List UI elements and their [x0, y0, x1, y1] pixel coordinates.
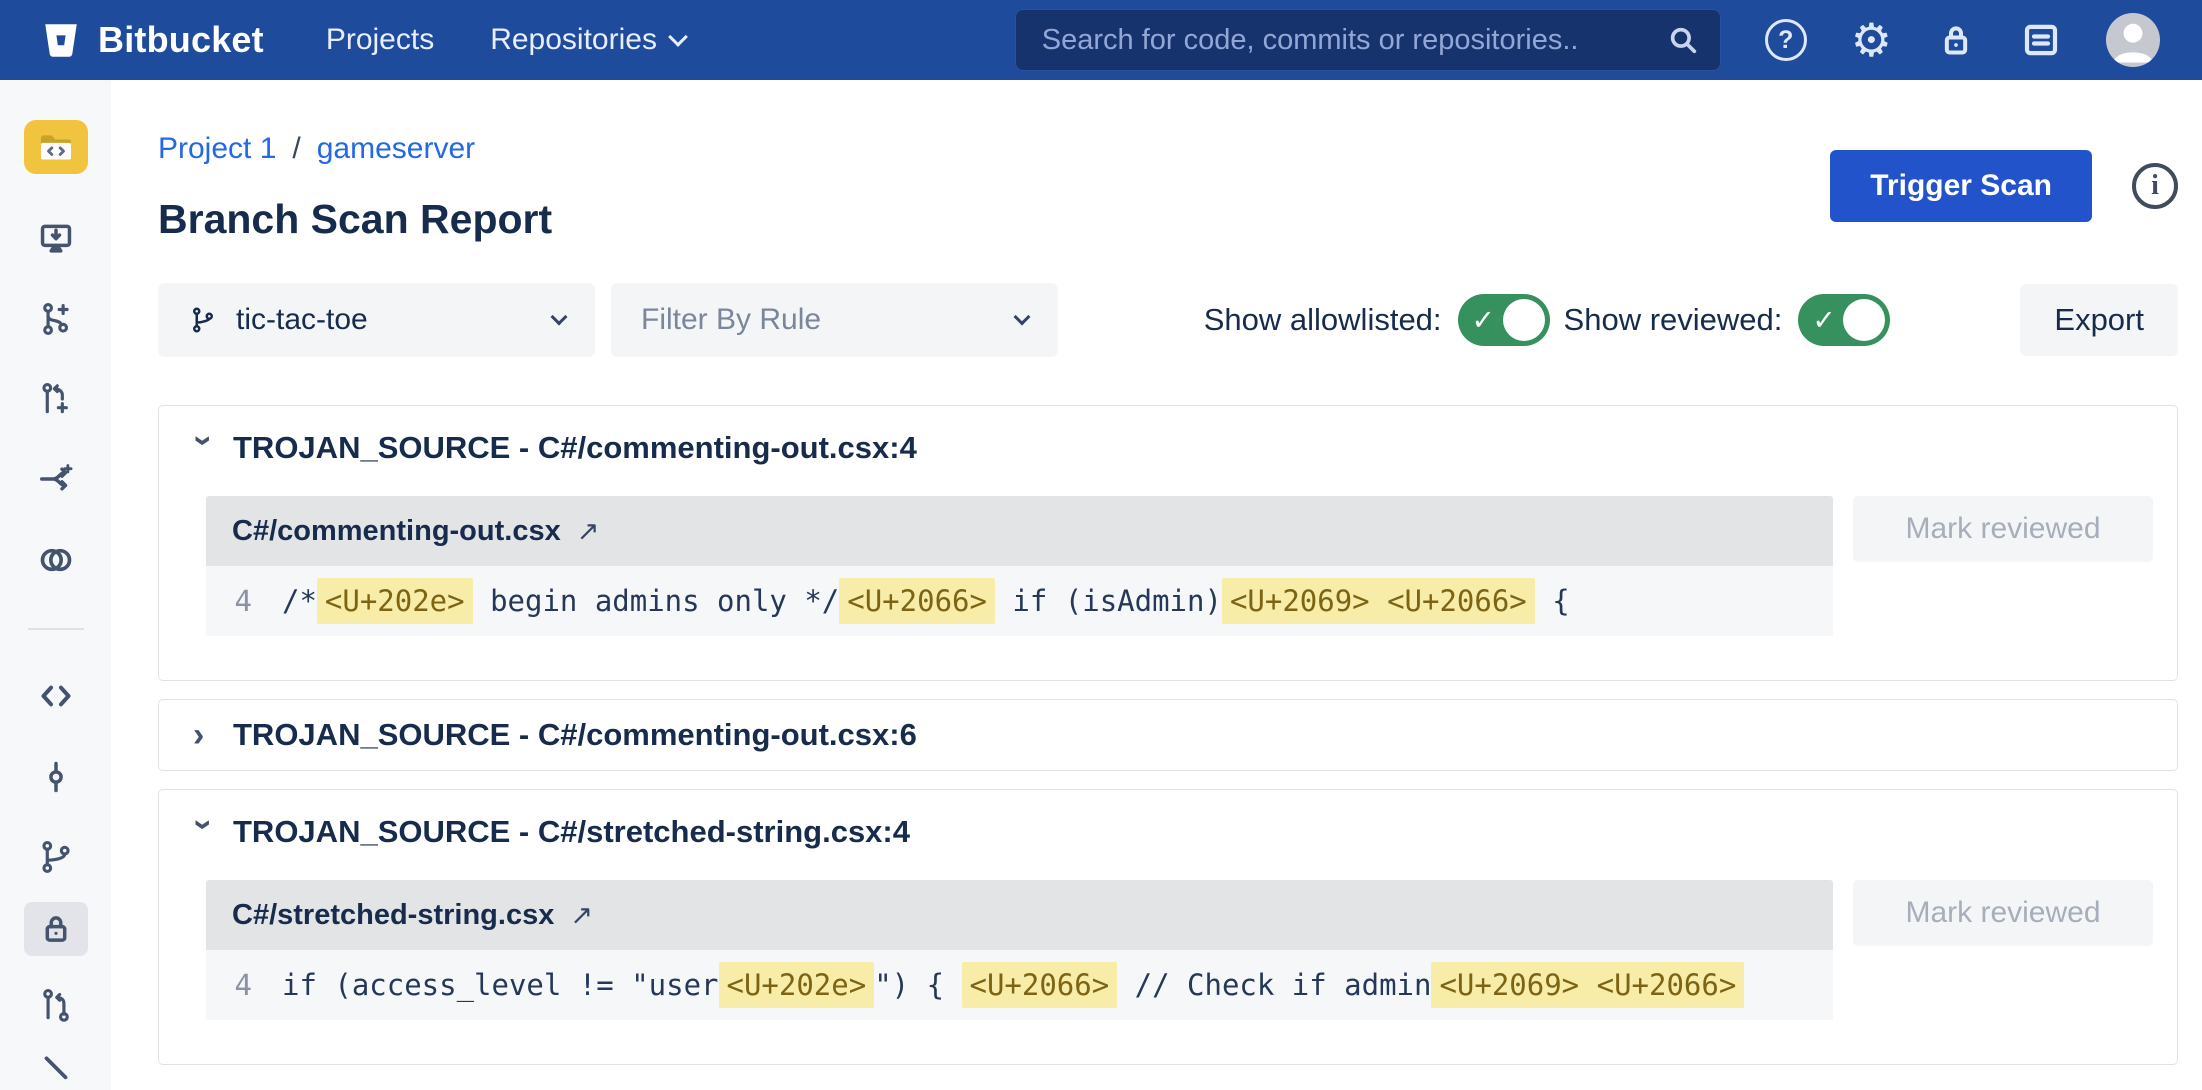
code-content: /*<U+202e> begin admins only */<U+2066> … [282, 584, 1570, 618]
bitbucket-logo-icon [40, 19, 82, 61]
clone-icon[interactable] [36, 220, 76, 258]
export-button[interactable]: Export [2020, 284, 2178, 356]
main-content: Project 1 / gameserver Branch Scan Repor… [111, 80, 2202, 1090]
page-actions: Trigger Scan i [1830, 150, 2178, 222]
show-allowlisted-toggle[interactable]: ✓ [1458, 294, 1550, 346]
file-bar: C#/stretched-string.csx ↗ [206, 880, 1833, 950]
finding-header[interactable]: › TROJAN_SOURCE - C#/commenting-out.csx:… [183, 430, 2153, 466]
finding-card: › TROJAN_SOURCE - C#/stretched-string.cs… [158, 789, 2178, 1065]
create-pull-request-icon[interactable] [36, 380, 76, 418]
source-code-icon[interactable] [36, 676, 76, 716]
branch-icon [188, 305, 218, 335]
open-file-icon[interactable]: ↗ [570, 900, 593, 931]
feedback-icon[interactable] [2020, 19, 2062, 61]
info-icon[interactable]: i [2132, 163, 2178, 209]
global-search[interactable] [1015, 9, 1721, 71]
unicode-highlight: <U+2066> [839, 578, 995, 624]
breadcrumb-separator: / [292, 132, 300, 166]
show-allowlisted-label: Show allowlisted: [1204, 302, 1442, 338]
breadcrumb-repo-link[interactable]: gameserver [317, 132, 475, 166]
line-number: 4 [206, 584, 252, 618]
trigger-scan-button[interactable]: Trigger Scan [1830, 150, 2092, 222]
bitbucket-brand[interactable]: Bitbucket [40, 19, 264, 61]
rule-filter-select[interactable]: Filter By Rule [611, 283, 1058, 357]
code-panel: C#/stretched-string.csx ↗ 4 if (access_l… [206, 880, 1833, 1020]
create-branch-icon[interactable] [36, 300, 76, 338]
more-icon[interactable] [36, 1052, 76, 1090]
help-icon[interactable]: ? [1765, 19, 1807, 61]
primary-nav: Projects Repositories [326, 23, 685, 57]
code-line: 4 if (access_level != "user<U+202e>") { … [206, 950, 1833, 1020]
search-input[interactable] [1042, 24, 1666, 57]
top-navigation: Bitbucket Projects Repositories ? ⚙ [0, 0, 2202, 80]
gear-icon[interactable]: ⚙ [1851, 17, 1892, 63]
page-header: Project 1 / gameserver Branch Scan Repor… [158, 132, 552, 243]
file-name: C#/stretched-string.csx [232, 899, 554, 932]
fork-compare-icon[interactable] [36, 460, 76, 498]
chevron-expanded-icon: › [187, 435, 221, 457]
mark-reviewed-button[interactable]: Mark reviewed [1853, 880, 2153, 946]
brand-name: Bitbucket [98, 19, 264, 61]
finding-title: TROJAN_SOURCE - C#/commenting-out.csx:6 [233, 717, 917, 753]
check-icon: ✓ [1812, 304, 1835, 337]
chevron-expanded-icon: › [187, 819, 221, 841]
branch-select-value: tic-tac-toe [236, 303, 368, 337]
security-scan-item-selected[interactable] [24, 902, 88, 956]
unicode-highlight: <U+202e> [719, 962, 875, 1008]
toggle-knob [1843, 299, 1885, 341]
nav-repositories[interactable]: Repositories [490, 23, 685, 57]
breadcrumb-project-link[interactable]: Project 1 [158, 132, 276, 166]
finding-header[interactable]: › TROJAN_SOURCE - C#/commenting-out.csx:… [183, 717, 2153, 753]
show-reviewed-toggle[interactable]: ✓ [1798, 294, 1890, 346]
compare-circles-icon[interactable] [36, 540, 76, 580]
sidebar [0, 80, 111, 1090]
show-reviewed-label: Show reviewed: [1564, 302, 1783, 338]
rule-filter-placeholder: Filter By Rule [641, 303, 821, 337]
breadcrumb: Project 1 / gameserver [158, 132, 552, 166]
chevron-down-icon [551, 309, 568, 326]
toggle-group: Show allowlisted: ✓ Show reviewed: ✓ [1204, 294, 1905, 346]
nav-projects[interactable]: Projects [326, 23, 434, 57]
branches-icon[interactable] [36, 838, 76, 876]
code-line: 4 /*<U+202e> begin admins only */<U+2066… [206, 566, 1833, 636]
branch-select[interactable]: tic-tac-toe [158, 283, 595, 357]
repository-avatar[interactable] [24, 120, 88, 174]
finding-title: TROJAN_SOURCE - C#/commenting-out.csx:4 [233, 430, 917, 466]
nav-right-group: ? ⚙ [1015, 9, 2160, 71]
chevron-collapsed-icon: › [193, 718, 215, 752]
chevron-down-icon [668, 27, 688, 47]
finding-title: TROJAN_SOURCE - C#/stretched-string.csx:… [233, 814, 910, 850]
open-file-icon[interactable]: ↗ [577, 516, 600, 547]
pull-requests-icon[interactable] [36, 986, 76, 1024]
unicode-highlight: <U+2069> <U+2066> [1222, 578, 1535, 624]
commits-icon[interactable] [36, 758, 76, 796]
code-panel: C#/commenting-out.csx ↗ 4 /*<U+202e> beg… [206, 496, 1833, 636]
finding-card: › TROJAN_SOURCE - C#/commenting-out.csx:… [158, 405, 2178, 681]
finding-card: › TROJAN_SOURCE - C#/commenting-out.csx:… [158, 699, 2178, 771]
findings-list: › TROJAN_SOURCE - C#/commenting-out.csx:… [158, 405, 2178, 1065]
lock-icon[interactable] [1936, 20, 1976, 60]
unicode-highlight: <U+202e> [317, 578, 473, 624]
check-icon: ✓ [1472, 304, 1495, 337]
sidebar-divider [28, 628, 84, 630]
file-name: C#/commenting-out.csx [232, 515, 561, 548]
unicode-highlight: <U+2066> [962, 962, 1118, 1008]
mark-reviewed-button[interactable]: Mark reviewed [1853, 496, 2153, 562]
page-title: Branch Scan Report [158, 196, 552, 243]
file-bar: C#/commenting-out.csx ↗ [206, 496, 1833, 566]
search-icon[interactable] [1666, 23, 1700, 57]
line-number: 4 [206, 968, 252, 1002]
filters-row: tic-tac-toe Filter By Rule Show allowlis… [158, 283, 2178, 357]
code-content: if (access_level != "user<U+202e>") { <U… [282, 968, 1744, 1002]
toggle-knob [1503, 299, 1545, 341]
finding-header[interactable]: › TROJAN_SOURCE - C#/stretched-string.cs… [183, 814, 2153, 850]
user-avatar[interactable] [2106, 13, 2160, 67]
unicode-highlight: <U+2069> <U+2066> [1431, 962, 1744, 1008]
chevron-down-icon [1014, 309, 1031, 326]
